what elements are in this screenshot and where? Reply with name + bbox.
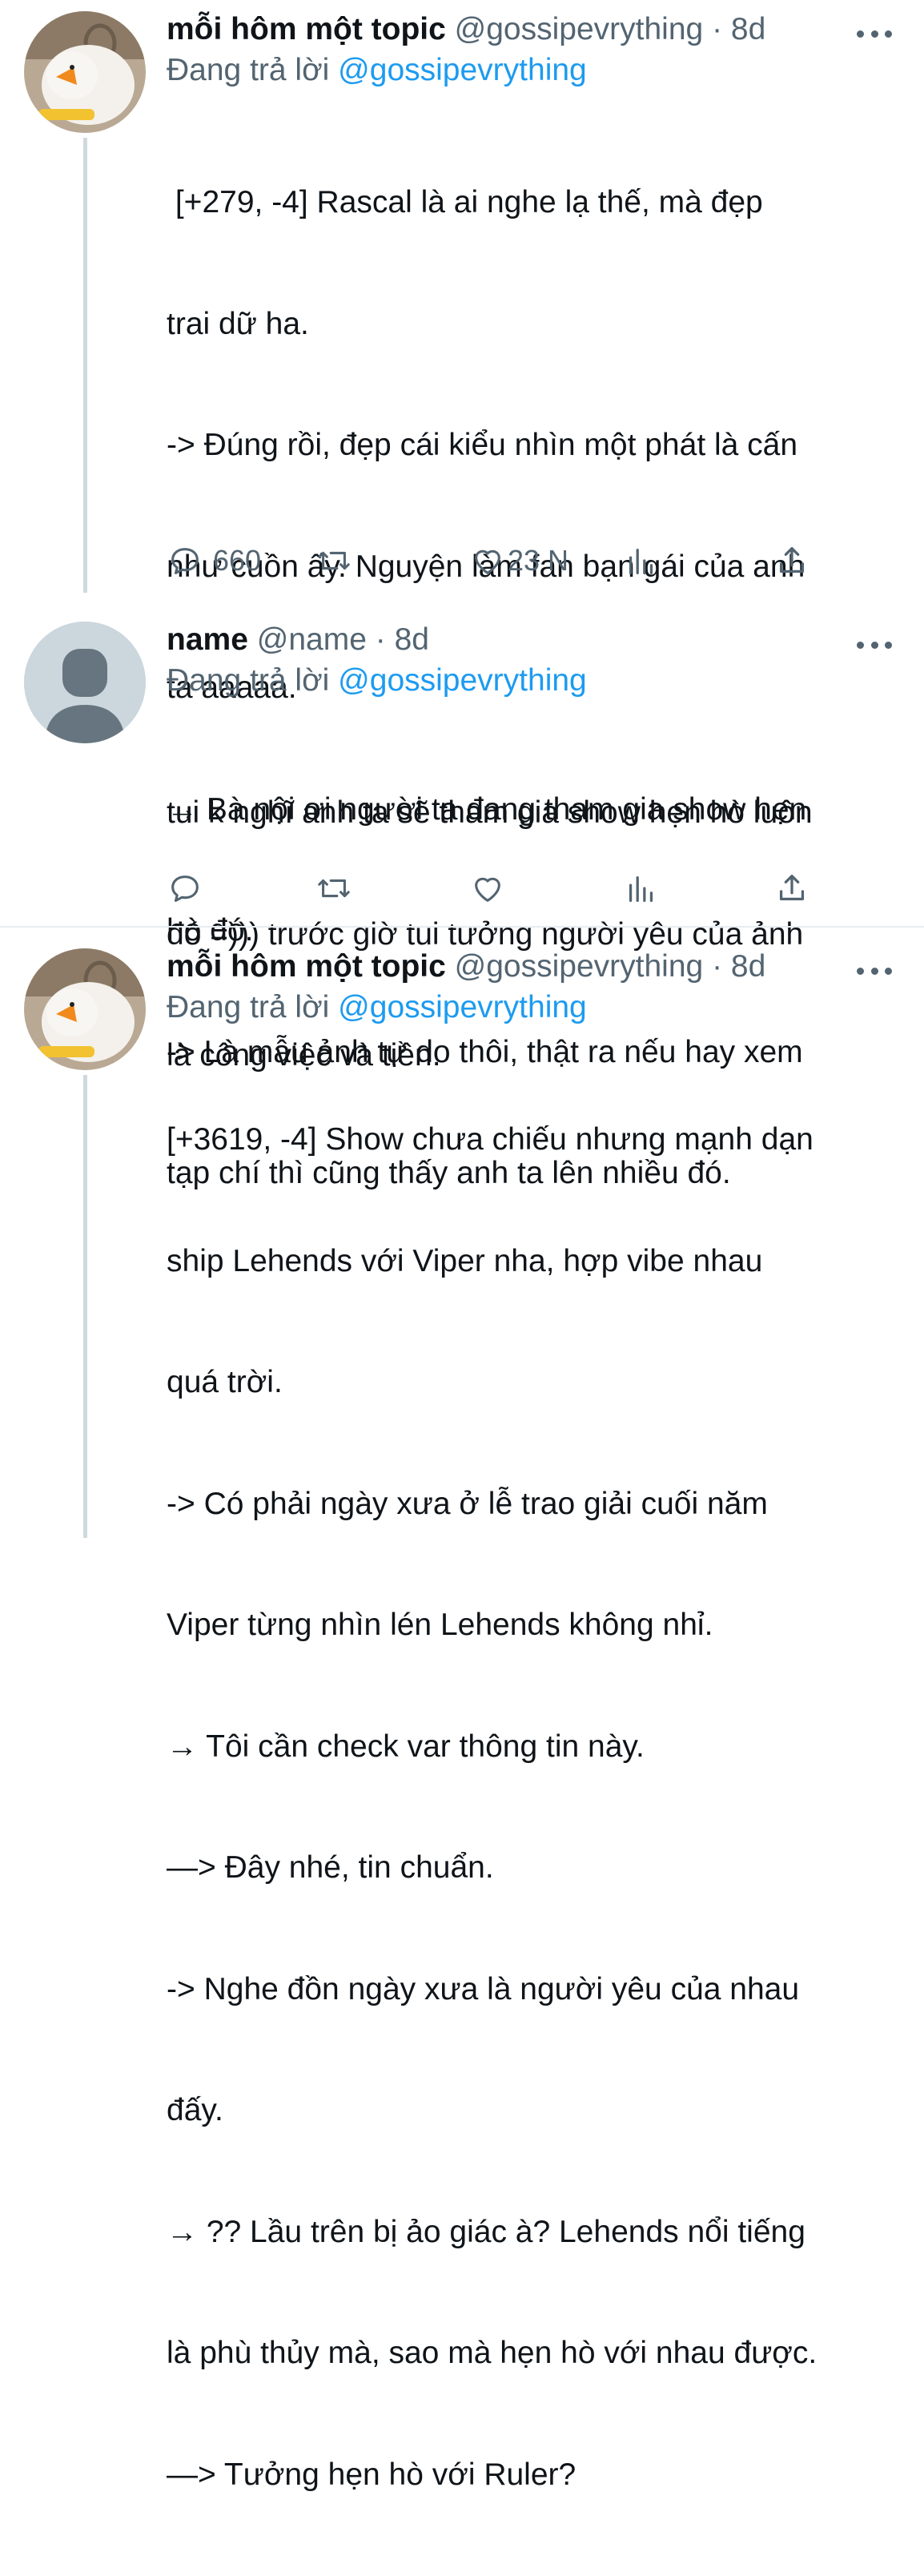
- retweet-button[interactable]: [315, 538, 352, 583]
- replying-prefix: Đang trả lời: [167, 663, 339, 698]
- avatar-duck[interactable]: [24, 11, 146, 133]
- retweet-icon: [318, 551, 350, 570]
- text-line: → Tôi cần check var thông tin này.: [167, 1729, 645, 1764]
- tweet-text: [+3619, -4] Show chưa chiếu nhưng mạnh d…: [167, 1039, 924, 2576]
- text-line: -> Đúng rồi, đẹp cái kiểu nhìn một phát …: [167, 428, 798, 462]
- retweet-button[interactable]: [315, 866, 352, 911]
- more-icon[interactable]: [857, 640, 892, 650]
- views-icon: [629, 548, 653, 574]
- replying-to-line: Đang trả lời @gossipevrything: [167, 662, 924, 699]
- thread-line: [83, 138, 87, 593]
- share-icon: [779, 875, 805, 901]
- replying-to-mention[interactable]: @gossipevrything: [338, 990, 587, 1024]
- tweet-actions: [167, 866, 807, 911]
- reply-icon: [171, 875, 199, 902]
- more-icon[interactable]: [857, 29, 892, 38]
- author-handle[interactable]: @gossipevrything: [455, 949, 704, 984]
- reply-icon: [171, 548, 199, 574]
- tweet-header: name @name · 8d: [167, 622, 924, 658]
- text-line: —> Đây nhé, tin chuẩn.: [167, 1850, 494, 1885]
- replying-to-mention[interactable]: @gossipevrything: [338, 53, 587, 87]
- reply-button[interactable]: 660: [167, 538, 261, 583]
- separator-dot: ·: [703, 949, 731, 984]
- views-icon: [629, 875, 653, 902]
- text-line: trai dữ ha.: [167, 306, 309, 341]
- share-button[interactable]: [773, 538, 810, 583]
- like-count: 23 N: [508, 544, 569, 577]
- author-name[interactable]: mỗi hôm một topic: [167, 12, 446, 46]
- author-name[interactable]: name: [167, 622, 248, 657]
- text-line: là phù thủy mà, sao mà hẹn hò với nhau đ…: [167, 2336, 818, 2370]
- text-line: [+3619, -4] Show chưa chiếu nhưng mạnh d…: [167, 1122, 814, 1157]
- avatar-duck[interactable]: [24, 948, 146, 1070]
- text-line: → ?? Lầu trên bị ảo giác à? Lehends nổi …: [167, 2214, 805, 2249]
- separator-dot: ·: [703, 12, 731, 46]
- text-line: tui k nghĩ anh ta sẽ tham gia show hẹn h…: [167, 795, 813, 830]
- avatar-default[interactable]: [24, 622, 146, 743]
- separator-dot: ·: [366, 622, 395, 657]
- reply-button[interactable]: [167, 866, 213, 911]
- share-icon: [779, 547, 805, 574]
- like-icon: [475, 549, 500, 574]
- author-handle[interactable]: @name: [257, 622, 367, 657]
- replying-to-line: Đang trả lời @gossipevrything: [167, 52, 924, 89]
- tweet-header: mỗi hôm một topic @gossipevrything · 8d: [167, 11, 924, 48]
- tweet-3[interactable]: mỗi hôm một topic @gossipevrything · 8d …: [0, 928, 924, 2492]
- like-icon: [475, 877, 500, 902]
- reply-count: 660: [213, 544, 262, 577]
- tweet-time[interactable]: 8d: [731, 949, 765, 984]
- views-button[interactable]: [623, 538, 660, 583]
- share-button[interactable]: [773, 866, 810, 911]
- tweet-time[interactable]: 8d: [731, 12, 765, 46]
- default-avatar-image: [24, 622, 146, 743]
- duck-avatar-image: [24, 11, 146, 133]
- tweet-header: mỗi hôm một topic @gossipevrything · 8d: [167, 948, 924, 985]
- like-button[interactable]: [469, 866, 516, 911]
- text-line: ship Lehends với Viper nha, hợp vibe nha…: [167, 1243, 763, 1278]
- more-icon[interactable]: [857, 966, 892, 976]
- text-line: -> Có phải ngày xưa ở lễ trao giải cuối …: [167, 1486, 768, 1521]
- text-line: —> Tưởng hẹn hò với Ruler?: [167, 2457, 576, 2492]
- replying-to-mention[interactable]: @gossipevrything: [338, 663, 587, 698]
- like-button[interactable]: 23 N: [469, 538, 568, 583]
- tweet-2[interactable]: name @name · 8d Đang trả lời @gossipevry…: [0, 593, 924, 1073]
- author-handle[interactable]: @gossipevrything: [455, 12, 704, 46]
- text-line: [+279, -4] Rascal là ai nghe lạ thế, mà …: [167, 185, 763, 219]
- tweet-actions: 660 23 N: [167, 538, 807, 583]
- replying-to-line: Đang trả lời @gossipevrything: [167, 989, 924, 1026]
- author-name[interactable]: mỗi hôm một topic: [167, 949, 446, 984]
- text-line: Viper từng nhìn lén Lehends không nhỉ.: [167, 1608, 713, 1642]
- retweet-icon: [318, 879, 350, 898]
- tweet-time[interactable]: 8d: [395, 622, 429, 657]
- tweet-1[interactable]: mỗi hôm một topic @gossipevrything · 8d …: [0, 0, 924, 1190]
- replying-prefix: Đang trả lời: [167, 53, 339, 87]
- text-line: đấy.: [167, 2093, 223, 2127]
- text-line: quá trời.: [167, 1365, 283, 1399]
- thread-line: [83, 1075, 87, 1538]
- replying-prefix: Đang trả lời: [167, 990, 339, 1024]
- views-button[interactable]: [623, 866, 660, 911]
- text-line: -> Nghe đồn ngày xưa là người yêu của nh…: [167, 1971, 800, 2006]
- duck-avatar-image: [24, 948, 146, 1070]
